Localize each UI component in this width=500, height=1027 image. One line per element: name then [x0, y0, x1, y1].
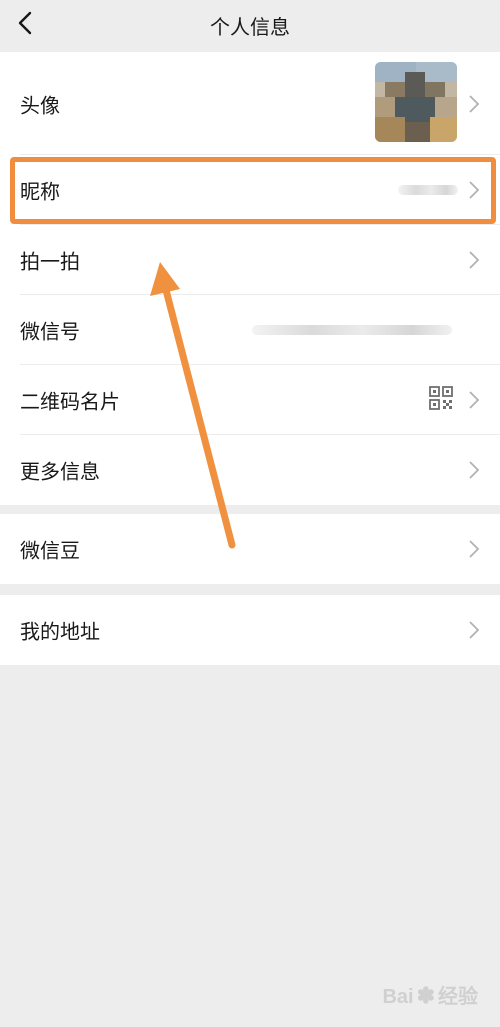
- row-more-info[interactable]: 更多信息: [0, 435, 500, 505]
- baidu-jingyan-watermark: Bai ✽ 经验: [382, 980, 478, 1009]
- page-title: 个人信息: [210, 15, 290, 39]
- row-my-address[interactable]: 我的地址: [0, 595, 500, 665]
- row-pat[interactable]: 拍一拍: [0, 225, 500, 295]
- row-label: 我的地址: [20, 619, 100, 644]
- nav-bar: 个人信息: [0, 0, 500, 52]
- chevron-right-icon: [469, 461, 480, 479]
- qr-code-icon: [429, 386, 453, 410]
- paw-icon: ✽: [416, 983, 435, 1008]
- row-label: 拍一拍: [20, 249, 80, 274]
- address-group: 我的地址: [0, 595, 500, 665]
- row-qr-card[interactable]: 二维码名片: [0, 365, 500, 435]
- avatar-image: [375, 62, 457, 142]
- chevron-right-icon: [469, 540, 480, 558]
- row-wechat-id[interactable]: 微信号: [0, 295, 500, 365]
- watermark-suffix: 经验: [438, 986, 478, 1008]
- nickname-highlight-box: [10, 157, 496, 224]
- row-label: 二维码名片: [20, 389, 120, 414]
- chevron-right-icon: [469, 251, 480, 269]
- wechat-id-value-blurred: [252, 325, 452, 335]
- chevron-right-icon: [469, 94, 480, 113]
- watermark-brand: Bai: [382, 986, 414, 1008]
- chevron-right-icon: [469, 621, 480, 639]
- row-label: 微信号: [20, 319, 80, 344]
- beans-group: 微信豆: [0, 514, 500, 584]
- row-label: 更多信息: [20, 459, 100, 484]
- row-label: 头像: [20, 93, 60, 117]
- chevron-right-icon: [469, 391, 480, 409]
- avatar[interactable]: [375, 62, 457, 142]
- row-label: 微信豆: [20, 538, 80, 563]
- row-wechat-beans[interactable]: 微信豆: [0, 514, 500, 584]
